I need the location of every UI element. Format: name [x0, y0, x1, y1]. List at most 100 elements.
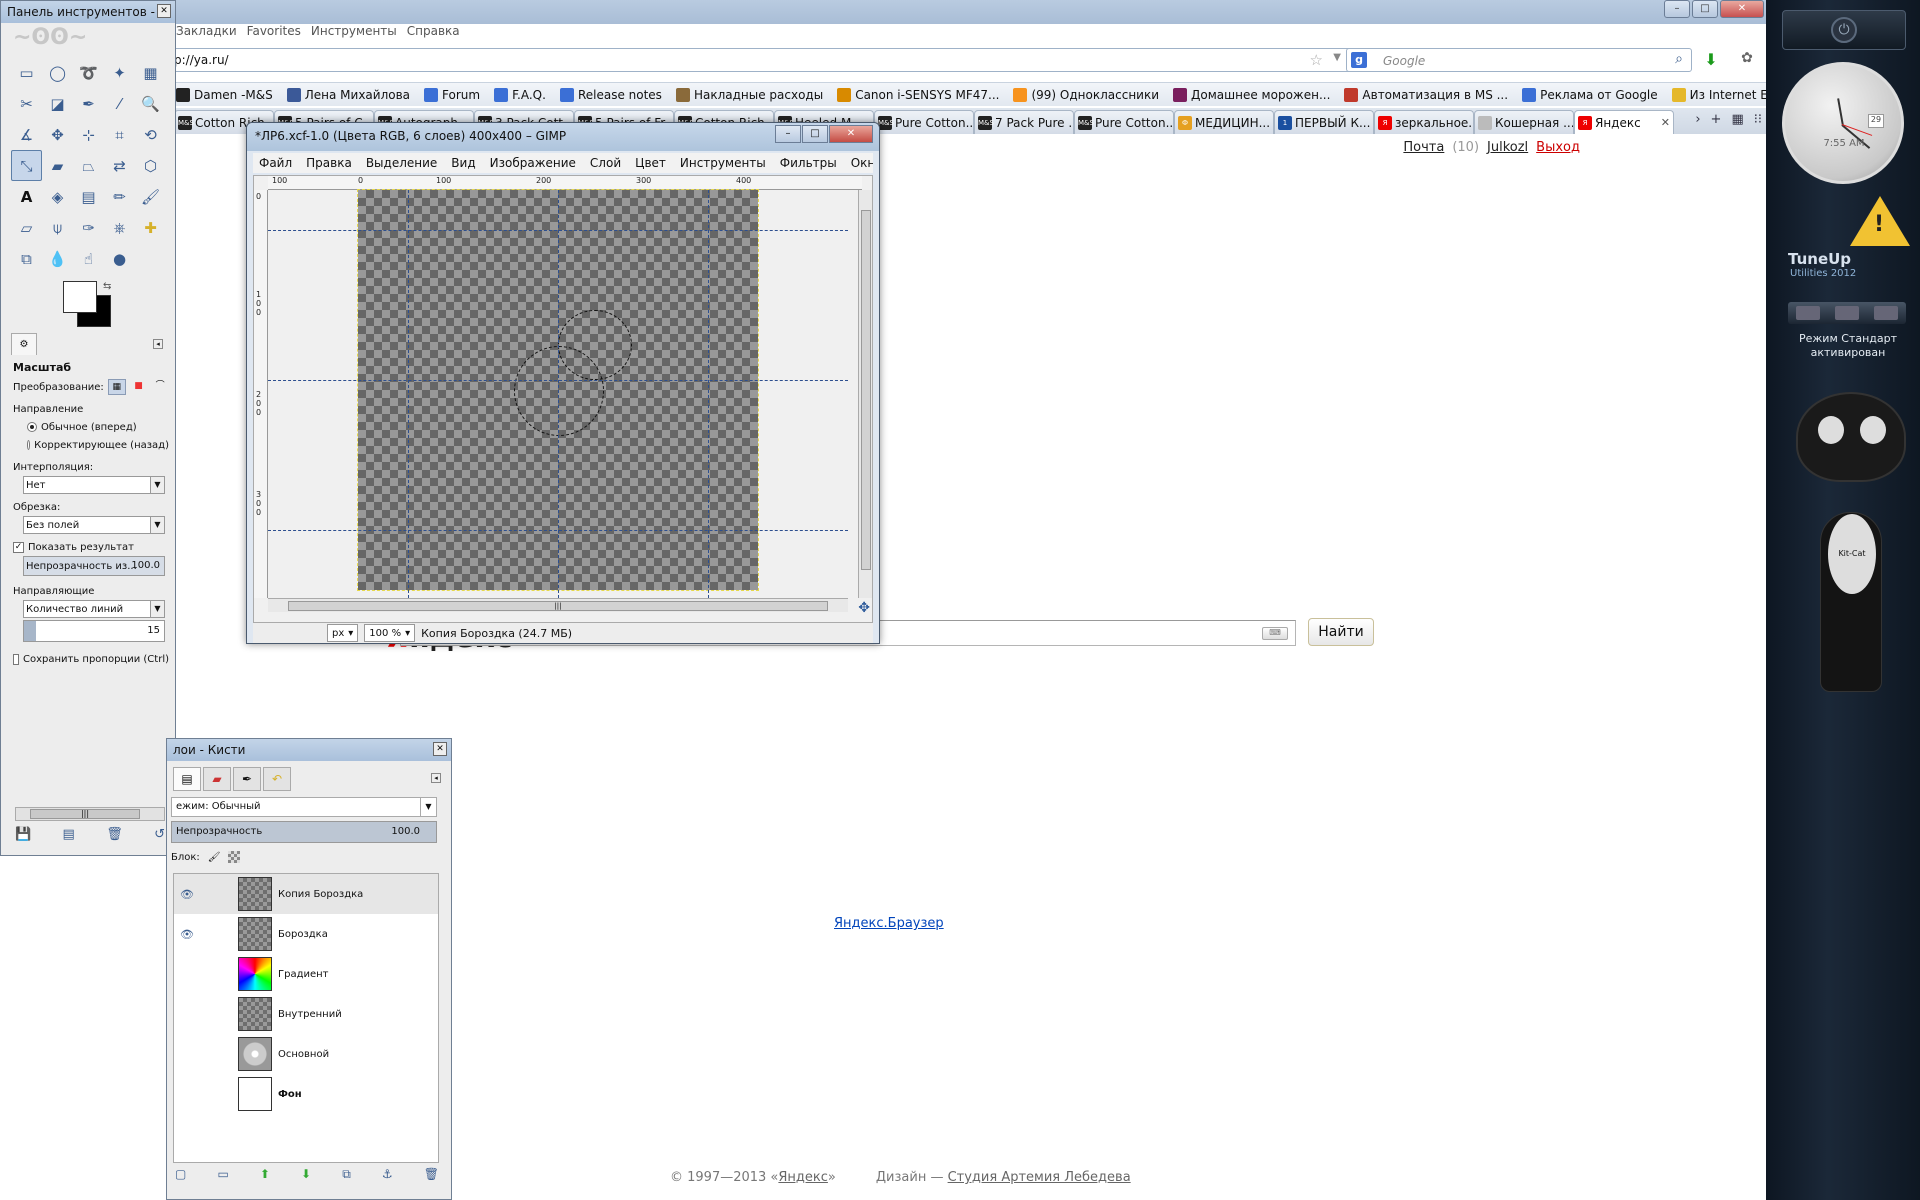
download-icon[interactable]: ⬇	[1700, 50, 1722, 70]
shear-icon[interactable]: ▰	[42, 150, 73, 181]
paths-icon[interactable]: ✒	[73, 88, 104, 119]
swap-colors-icon[interactable]: ⇆	[103, 281, 111, 292]
anchor-layer-icon[interactable]: ⚓	[382, 1167, 393, 1182]
vertical-scrollbar[interactable]	[858, 190, 872, 598]
lock-pixels-icon[interactable]: 🖌	[208, 852, 221, 863]
visibility-eye-icon[interactable]: 👁	[174, 888, 200, 901]
visibility-eye-icon[interactable]: 👁	[174, 928, 200, 941]
image-menu-item[interactable]: Окна	[851, 156, 873, 170]
minimize-button[interactable]: –	[775, 125, 801, 143]
bookmark-item[interactable]: Накладные расходы	[675, 87, 823, 102]
guide-line[interactable]	[558, 190, 559, 598]
image-menu-item[interactable]: Правка	[306, 156, 352, 170]
maximize-button[interactable]: □	[802, 125, 828, 143]
horizontal-scrollbar[interactable]: |||	[268, 598, 848, 612]
transform-selection-icon[interactable]: ■	[130, 379, 148, 395]
guide-line[interactable]	[408, 190, 409, 598]
lower-layer-icon[interactable]: ⬇	[301, 1167, 311, 1182]
smudge-icon[interactable]: ☝	[73, 243, 104, 274]
browser-tab[interactable]: 1 ПЕРВЫЙ К...	[1274, 110, 1374, 134]
scissors-icon[interactable]: ✂	[11, 88, 42, 119]
bookmark-item[interactable]: Из Internet Explorer	[1671, 87, 1766, 102]
bookmark-item[interactable]: Forum	[424, 87, 480, 102]
ellipse-select-icon[interactable]: ◯	[42, 57, 73, 88]
image-menu-item[interactable]: Фильтры	[780, 156, 837, 170]
bookmark-item[interactable]: (99) Одноклассники	[1013, 87, 1159, 102]
close-button[interactable]: ✕	[1720, 0, 1764, 18]
blend-icon[interactable]: ▤	[73, 181, 104, 212]
bookmark-item[interactable]: Canon i-SENSYS MF47...	[837, 87, 999, 102]
tuneup-mode-switch[interactable]	[1788, 302, 1906, 324]
image-menu-item[interactable]: Цвет	[635, 156, 666, 170]
image-menu-item[interactable]: Изображение	[490, 156, 576, 170]
close-tab-icon[interactable]: ✕	[1661, 116, 1670, 129]
close-icon[interactable]: ✕	[433, 742, 447, 756]
transform-layer-icon[interactable]: ▦	[107, 379, 126, 395]
image-menu-item[interactable]: Вид	[451, 156, 475, 170]
browser-tab[interactable]: M&S 7 Pack Pure ...	[974, 110, 1074, 134]
navigate-icon[interactable]: ✥	[858, 600, 870, 616]
delete-layer-icon[interactable]: 🗑	[424, 1167, 439, 1182]
save-options-icon[interactable]: 💾	[15, 827, 31, 842]
bookmark-item[interactable]: Лена Михайлова	[286, 87, 410, 102]
rotate-icon[interactable]: ⟲	[135, 119, 166, 150]
reset-options-icon[interactable]: ↺	[154, 827, 165, 842]
transform-path-icon[interactable]: ⌒	[151, 379, 169, 395]
tab-groups-icon[interactable]: ▦	[1731, 112, 1743, 127]
guide-line[interactable]	[708, 190, 709, 598]
airbrush-icon[interactable]: ⍦	[42, 212, 73, 243]
layer-name[interactable]: Основной	[278, 1049, 329, 1060]
undo-tab-icon[interactable]: ↶	[263, 767, 291, 791]
layer-row[interactable]: 👁 Копия Бороздка	[174, 874, 438, 914]
power-icon[interactable]: ⏻	[1831, 17, 1857, 43]
channels-tab-icon[interactable]: ▰	[203, 767, 231, 791]
layer-name[interactable]: Внутренний	[278, 1009, 342, 1020]
bookmark-item[interactable]: F.A.Q.	[494, 87, 546, 102]
zoom-select[interactable]: 100 % ▾	[364, 624, 416, 642]
cage-icon[interactable]: ⬡	[135, 150, 166, 181]
search-bar[interactable]: g Google ⌕	[1346, 48, 1692, 72]
keep-aspect-checkbox[interactable]	[13, 653, 19, 665]
layer-name[interactable]: Фон	[278, 1089, 302, 1100]
menu-favorites[interactable]: Favorites	[247, 24, 301, 42]
guides-count-slider[interactable]: 15	[23, 620, 165, 642]
browser-tab[interactable]: Кошерная ...	[1474, 110, 1574, 134]
new-layer-icon[interactable]: ▢	[175, 1167, 186, 1182]
layer-mode-select[interactable]: ежим: Обычный ▼	[171, 797, 437, 817]
vertical-ruler[interactable]: 0 1 0 0 2 0 0 3 0 0	[254, 190, 268, 598]
keyboard-icon[interactable]: ⌨	[1262, 627, 1288, 640]
address-text[interactable]: p://ya.ru/	[174, 53, 229, 67]
browser-tab[interactable]: Я Яндекс ✕	[1574, 110, 1674, 134]
eraser-icon[interactable]: ▱	[11, 212, 42, 243]
new-layer-group-icon[interactable]: ▭	[217, 1167, 228, 1182]
layer-name[interactable]: Копия Бороздка	[278, 889, 363, 900]
menu-help[interactable]: Справка	[407, 24, 460, 42]
find-button[interactable]: Найти	[1308, 618, 1374, 646]
layer-name[interactable]: Градиент	[278, 969, 329, 980]
browser-tab[interactable]: M&S Pure Cotton...	[874, 110, 974, 134]
clone-icon[interactable]: ⎈	[104, 212, 135, 243]
studio-link[interactable]: Студия Артемия Лебедева	[948, 1170, 1131, 1185]
bookmark-item[interactable]: Домашнее морожен...	[1173, 87, 1330, 102]
crop-icon[interactable]: ⌗	[104, 119, 135, 150]
direction-backward-radio[interactable]	[27, 440, 31, 450]
image-menu-item[interactable]: Инструменты	[680, 156, 766, 170]
bookmark-item[interactable]: Damen -M&S	[176, 87, 273, 102]
perspective-clone-icon[interactable]: ⧉	[11, 243, 42, 274]
move-icon[interactable]: ✥	[42, 119, 73, 150]
color-select-icon[interactable]: ▦	[135, 57, 166, 88]
bookmark-item[interactable]: Автоматизация в MS ...	[1344, 87, 1508, 102]
browser-tab[interactable]: M&S Pure Cotton...	[1074, 110, 1174, 134]
image-menu-item[interactable]: Слой	[590, 156, 621, 170]
foreground-color[interactable]	[63, 281, 97, 313]
horizontal-ruler[interactable]: 100 0 100 200 300 400	[268, 176, 862, 190]
clipping-select[interactable]: Без полей ▼	[23, 516, 165, 534]
bookmark-item[interactable]: Реклама от Google	[1522, 87, 1658, 102]
delete-options-icon[interactable]: 🗑	[106, 827, 123, 842]
minimize-button[interactable]: –	[1664, 0, 1690, 18]
duplicate-layer-icon[interactable]: ⧉	[342, 1167, 351, 1182]
direction-forward-radio[interactable]	[27, 422, 37, 432]
close-button[interactable]: ✕	[829, 125, 873, 143]
layer-opacity-slider[interactable]: Непрозрачность 100.0	[171, 821, 437, 843]
guides-select[interactable]: Количество линий ▼	[23, 600, 165, 618]
